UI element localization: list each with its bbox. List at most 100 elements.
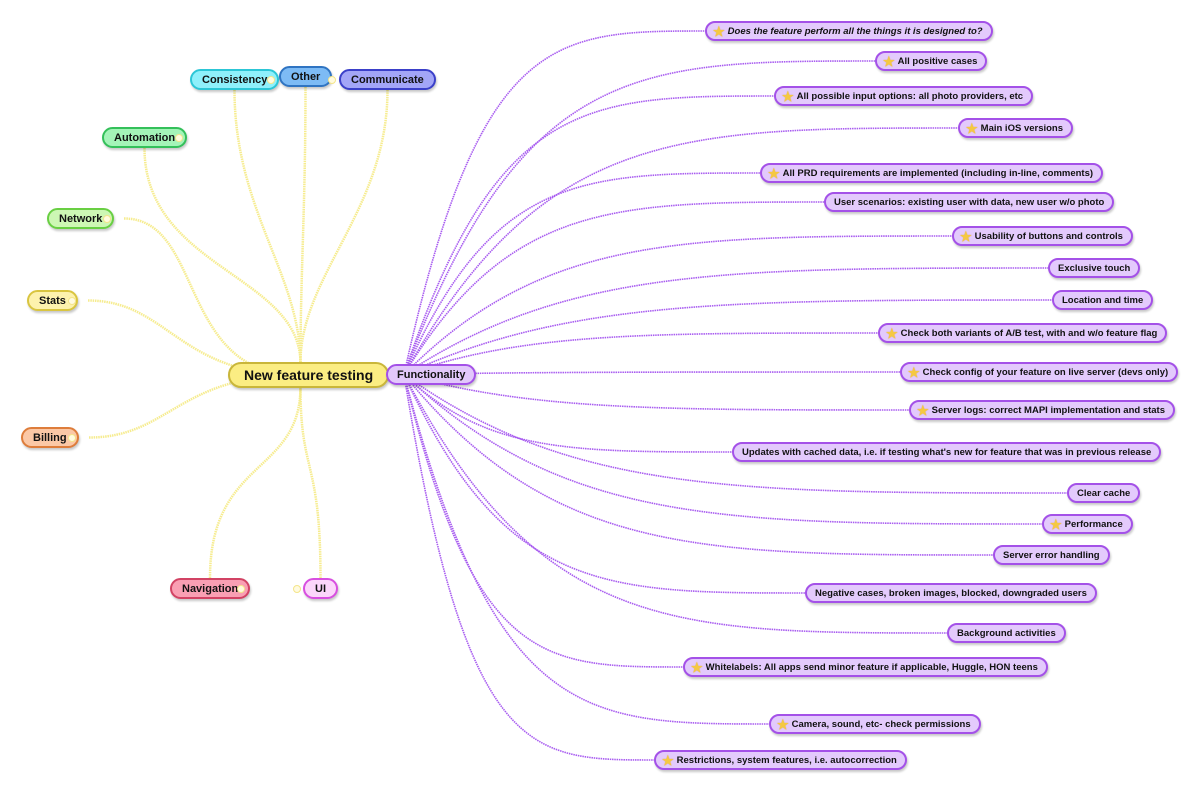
star-icon: ★ xyxy=(886,325,898,341)
branch-consistency[interactable]: Consistency xyxy=(190,69,280,90)
connector-item xyxy=(403,373,994,556)
item-label: Exclusive touch xyxy=(1058,262,1131,274)
expand-handle-communicate[interactable] xyxy=(328,76,336,84)
functionality-item[interactable]: ★ Server logs: correct MAPI implementatio… xyxy=(909,400,1175,420)
item-label: Clear cache xyxy=(1077,487,1131,499)
item-label: Check config of your feature on live ser… xyxy=(922,366,1169,378)
item-label: All positive cases xyxy=(897,55,978,67)
star-icon: ★ xyxy=(713,23,725,39)
expand-handle-automation[interactable] xyxy=(175,134,183,142)
expand-handle-ui[interactable] xyxy=(293,585,301,593)
connector-item xyxy=(403,30,706,375)
functionality-item[interactable]: Updates with cached data, i.e. if testin… xyxy=(732,442,1162,462)
branch-label: Navigation xyxy=(182,582,239,595)
connector-item xyxy=(403,373,733,453)
connector-item xyxy=(403,374,684,668)
star-icon: ★ xyxy=(966,120,978,136)
functionality-item[interactable]: ★ Restrictions, system features, i.e. aut… xyxy=(654,750,907,770)
item-label: Usability of buttons and controls xyxy=(974,230,1123,242)
branch-label: Other xyxy=(291,70,321,83)
functionality-item[interactable]: ★ Main iOS versions xyxy=(958,118,1074,138)
item-label: Check both variants of A/B test, with an… xyxy=(900,327,1158,339)
connector-ui xyxy=(299,386,322,579)
branch-label: Communicate xyxy=(351,73,424,86)
connector-other xyxy=(299,86,307,364)
item-label: Camera, sound, etc- check permissions xyxy=(791,718,971,730)
functionality-item[interactable]: ★ All positive cases xyxy=(875,51,988,71)
branch-communicate[interactable]: Communicate xyxy=(339,69,436,90)
star-icon: ★ xyxy=(960,228,972,244)
connector-item xyxy=(403,373,1068,494)
item-label: Negative cases, broken images, blocked, … xyxy=(815,587,1087,599)
branch-label: Billing xyxy=(33,431,67,444)
connector-item xyxy=(403,374,655,761)
branch-other[interactable]: Other xyxy=(279,66,333,87)
item-label: Restrictions, system features, i.e. auto… xyxy=(676,754,897,766)
item-label: User scenarios: existing user with data,… xyxy=(834,196,1105,208)
branch-label: Stats xyxy=(39,294,66,307)
functionality-item[interactable]: Location and time xyxy=(1052,290,1154,310)
expand-handle-navigation[interactable] xyxy=(237,585,245,593)
branch-label: Automation xyxy=(114,131,176,144)
expand-handle-billing[interactable] xyxy=(68,434,76,442)
connector-navigation xyxy=(208,386,302,579)
item-label: Main iOS versions xyxy=(980,122,1064,134)
expand-handle-stats[interactable] xyxy=(68,297,76,305)
connector-item xyxy=(403,374,806,594)
root-label: New feature testing xyxy=(244,367,374,383)
functionality-item[interactable]: ★ Check both variants of A/B test, with a… xyxy=(878,323,1168,343)
item-label: Does the feature perform all the things … xyxy=(727,25,983,37)
branch-functionality[interactable]: Functionality xyxy=(386,364,477,385)
connector-item xyxy=(403,267,1049,376)
branch-label: Network xyxy=(59,212,103,225)
item-label: Location and time xyxy=(1062,294,1144,306)
functionality-item[interactable]: ★ Camera, sound, etc- check permissions xyxy=(769,714,981,734)
item-label: Background activities xyxy=(957,627,1056,639)
star-icon: ★ xyxy=(777,716,789,732)
functionality-item[interactable]: ★ All PRD requirements are implemented (i… xyxy=(760,163,1104,183)
item-label: Whitelabels: All apps send minor feature… xyxy=(705,661,1038,673)
connector-communicate xyxy=(299,89,389,364)
branch-label: Consistency xyxy=(202,73,268,86)
expand-handle-consistency[interactable] xyxy=(267,76,275,84)
connector-item xyxy=(403,95,775,375)
item-label: All possible input options: all photo pr… xyxy=(796,90,1024,102)
star-icon: ★ xyxy=(883,53,895,69)
functionality-item[interactable]: ★ All possible input options: all photo p… xyxy=(774,86,1034,106)
functionality-item[interactable]: ★ Usability of buttons and controls xyxy=(952,226,1133,246)
connector-item xyxy=(403,373,910,411)
star-icon: ★ xyxy=(662,752,674,768)
functionality-item[interactable]: Background activities xyxy=(947,623,1066,643)
functionality-item[interactable]: ★ Check config of your feature on live se… xyxy=(900,362,1179,382)
expand-handle-network[interactable] xyxy=(103,215,111,223)
functionality-item[interactable]: Exclusive touch xyxy=(1048,258,1141,278)
functionality-item[interactable]: ★ Performance xyxy=(1042,514,1133,534)
functionality-item[interactable]: ★ Whitelabels: All apps send minor featur… xyxy=(683,657,1048,677)
star-icon: ★ xyxy=(1050,516,1062,532)
connector-item xyxy=(403,371,901,376)
item-label: Server logs: correct MAPI implementation… xyxy=(931,404,1165,416)
star-icon: ★ xyxy=(782,88,794,104)
functionality-item[interactable]: ★ Does the feature perform all the things… xyxy=(705,21,993,41)
connector-consistency xyxy=(233,89,302,364)
branch-ui[interactable]: UI xyxy=(303,578,338,599)
connector-network xyxy=(123,217,299,377)
branch-label: Functionality xyxy=(397,368,466,381)
functionality-item[interactable]: Clear cache xyxy=(1067,483,1141,503)
connector-item xyxy=(403,332,879,376)
star-icon: ★ xyxy=(917,402,929,418)
star-icon: ★ xyxy=(691,659,703,675)
branch-label: UI xyxy=(315,582,326,595)
root-node[interactable]: New feature testing xyxy=(228,362,390,388)
connector-item xyxy=(403,60,876,375)
item-label: Server error handling xyxy=(1003,549,1100,561)
functionality-item[interactable]: Server error handling xyxy=(993,545,1110,565)
item-label: All PRD requirements are implemented (in… xyxy=(782,167,1094,179)
item-label: Performance xyxy=(1064,518,1123,530)
functionality-item[interactable]: User scenarios: existing user with data,… xyxy=(824,192,1115,212)
item-label: Updates with cached data, i.e. if testin… xyxy=(742,446,1152,458)
connector-automation xyxy=(143,147,302,364)
star-icon: ★ xyxy=(908,364,920,380)
functionality-item[interactable]: Negative cases, broken images, blocked, … xyxy=(805,583,1097,603)
star-icon: ★ xyxy=(768,165,780,181)
